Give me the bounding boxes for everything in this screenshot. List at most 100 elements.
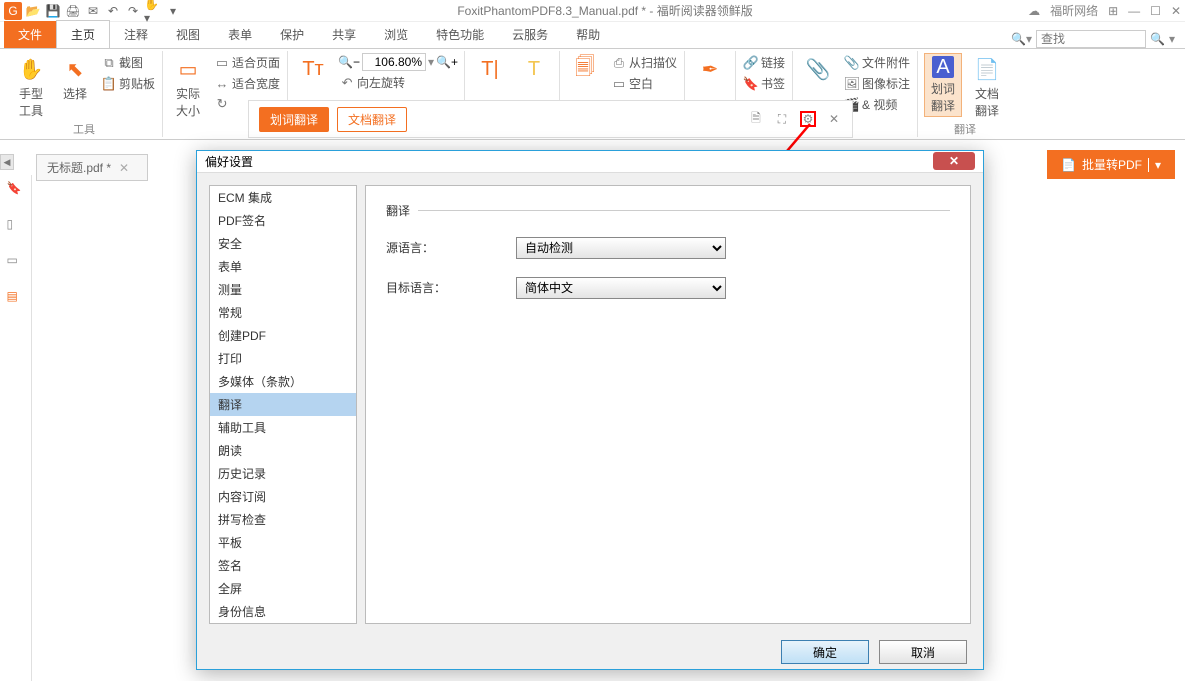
category-item[interactable]: 创建PDF [210, 324, 356, 347]
category-item[interactable]: 平板 [210, 531, 356, 554]
cloud-icon[interactable]: ☁ [1028, 4, 1040, 18]
search-go-icon[interactable]: 🔍 [1150, 32, 1165, 46]
close-window-icon[interactable]: ✕ [1171, 4, 1181, 18]
text-icon[interactable]: 🗎 [748, 111, 764, 127]
pages-rail-icon[interactable]: ▭ [7, 253, 25, 271]
preferences-category-list[interactable]: ECM 集成PDF签名安全表单测量常规创建PDF打印多媒体（条款）翻译辅助工具朗… [209, 185, 357, 624]
clipboard-button[interactable]: 📋剪贴板 [100, 74, 156, 93]
sidebar-collapse-handle[interactable]: ◀ [0, 154, 14, 170]
tab-form[interactable]: 表单 [214, 21, 266, 48]
tab-help[interactable]: 帮助 [562, 21, 614, 48]
actual-size-button[interactable]: ▭实际 大小 [169, 53, 207, 121]
mini-doc-translate-button[interactable]: 文档翻译 [337, 107, 407, 132]
tab-share[interactable]: 共享 [318, 21, 370, 48]
fit-width-button[interactable]: ↔适合宽度 [213, 74, 281, 93]
clipboard-icon: 📋 [101, 76, 117, 92]
category-item[interactable]: 内容订阅 [210, 485, 356, 508]
batch-dropdown-icon[interactable]: ▾ [1148, 158, 1161, 172]
highlight-icon: T [520, 55, 548, 83]
comment-rail-icon[interactable]: ▤ [7, 289, 25, 307]
bookmark-rail-icon[interactable]: 🔖 [7, 181, 25, 199]
from-scanner-button[interactable]: ⎙从扫描仪 [610, 53, 678, 72]
undo-icon[interactable]: ↶ [104, 2, 122, 20]
attach-button[interactable]: 📎 [799, 53, 837, 85]
search-dropdown-icon[interactable]: ▾ [1169, 32, 1175, 46]
doc-tab-close-icon[interactable]: ✕ [119, 161, 129, 175]
dialog-titlebar: 偏好设置 ✕ [197, 151, 983, 173]
rotate-left-button[interactable]: ↶向左旋转 [338, 73, 458, 92]
category-item[interactable]: 全屏 [210, 577, 356, 600]
expand-icon[interactable]: ⛶ [774, 111, 790, 127]
tab-comment[interactable]: 注释 [110, 21, 162, 48]
page-rail-icon[interactable]: ▯ [7, 217, 25, 235]
minimize-icon[interactable]: — [1128, 4, 1140, 18]
zoom-input[interactable] [362, 53, 426, 71]
category-item[interactable]: 辅助工具 [210, 416, 356, 439]
text-tool-button[interactable]: T| [471, 53, 509, 85]
print-icon[interactable]: 🖨 [64, 2, 82, 20]
category-item[interactable]: 常规 [210, 301, 356, 324]
rotate-icon: ↶ [339, 75, 355, 91]
snapshot-button[interactable]: ⧉截图 [100, 53, 156, 72]
category-item[interactable]: 签名 [210, 554, 356, 577]
blank-button[interactable]: ▭空白 [610, 74, 678, 93]
tab-cloud[interactable]: 云服务 [498, 21, 562, 48]
sign-button[interactable]: ✒ [691, 53, 729, 85]
category-item[interactable]: 朗读 [210, 439, 356, 462]
image-annot-button[interactable]: 🖼图像标注 [843, 74, 911, 93]
fit-page-button[interactable]: ▭适合页面 [213, 53, 281, 72]
tab-file[interactable]: 文件 [4, 21, 56, 48]
category-item[interactable]: 历史记录 [210, 462, 356, 485]
cancel-button[interactable]: 取消 [879, 640, 967, 664]
ok-button[interactable]: 确定 [781, 640, 869, 664]
close-panel-icon[interactable]: ✕ [826, 111, 842, 127]
category-item[interactable]: 打印 [210, 347, 356, 370]
category-item[interactable]: PDF签名 [210, 209, 356, 232]
brand-label: 福昕网络 [1050, 2, 1098, 19]
batch-convert-button[interactable]: 📄 批量转PDF ▾ [1047, 150, 1175, 179]
mini-word-translate-button[interactable]: 划词翻译 [259, 107, 329, 132]
category-item[interactable]: 翻译 [210, 393, 356, 416]
target-lang-select[interactable]: 简体中文 [516, 277, 726, 299]
select-tool-button[interactable]: ⬉选择 [56, 53, 94, 104]
zoom-out-icon[interactable]: 🔍− [338, 55, 360, 69]
category-item[interactable]: ECM 集成 [210, 186, 356, 209]
word-translate-button[interactable]: A划词 翻译 [924, 53, 962, 117]
text-size-button[interactable]: Tᴛ [294, 53, 332, 85]
tab-view[interactable]: 视图 [162, 21, 214, 48]
hand-tool-button[interactable]: ✋手型 工具 [12, 53, 50, 121]
maximize-icon[interactable]: ☐ [1150, 4, 1161, 18]
ribbon-toggle-icon[interactable]: ⊞ [1108, 4, 1118, 18]
dialog-close-button[interactable]: ✕ [933, 152, 975, 170]
highlight-button[interactable]: T [515, 53, 553, 85]
search-input[interactable] [1036, 30, 1146, 48]
file-attachment-button[interactable]: 📎文件附件 [843, 53, 911, 72]
settings-gear-icon[interactable]: ⚙ [800, 111, 816, 127]
tab-protect[interactable]: 保护 [266, 21, 318, 48]
tab-feature[interactable]: 特色功能 [422, 21, 498, 48]
hand-quick-icon[interactable]: ✋▾ [144, 2, 162, 20]
category-item[interactable]: 拼写检查 [210, 508, 356, 531]
bookmark-button[interactable]: 🔖书签 [742, 74, 786, 93]
category-item[interactable]: 安全 [210, 232, 356, 255]
category-item[interactable]: 测量 [210, 278, 356, 301]
create-button[interactable]: 🗐 [566, 53, 604, 85]
category-item[interactable]: 表单 [210, 255, 356, 278]
category-item[interactable]: 身份信息 [210, 600, 356, 623]
search-mode-icon[interactable]: 🔍▾ [1011, 32, 1032, 46]
qat-more-icon[interactable]: ▾ [164, 2, 182, 20]
category-item[interactable]: 多媒体（条款） [210, 370, 356, 393]
audio-video-button[interactable]: 🎬& 视频 [843, 95, 911, 114]
doc-translate-button[interactable]: 📄文档 翻译 [968, 53, 1006, 121]
open-icon[interactable]: 📂 [24, 2, 42, 20]
tab-home[interactable]: 主页 [56, 20, 110, 48]
source-lang-select[interactable]: 自动检测 [516, 237, 726, 259]
save-icon[interactable]: 💾 [44, 2, 62, 20]
zoom-dropdown-icon[interactable]: ▾ [428, 55, 434, 69]
email-icon[interactable]: ✉ [84, 2, 102, 20]
link-button[interactable]: 🔗链接 [742, 53, 786, 72]
tab-browse[interactable]: 浏览 [370, 21, 422, 48]
zoom-in-icon[interactable]: 🔍+ [436, 55, 458, 69]
doc-tab-untitled[interactable]: 无标题.pdf * ✕ [36, 154, 148, 181]
redo-icon[interactable]: ↷ [124, 2, 142, 20]
